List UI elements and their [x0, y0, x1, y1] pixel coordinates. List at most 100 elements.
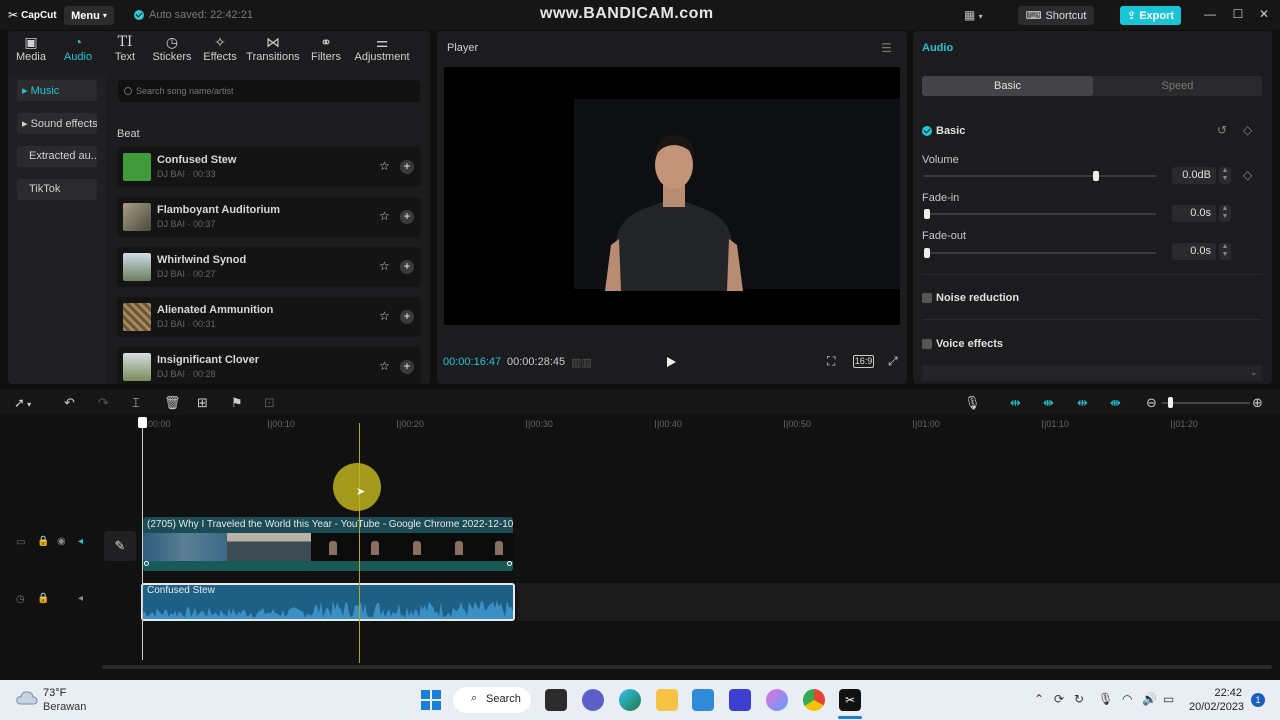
freeze-icon[interactable]: ⊞ [197, 395, 208, 411]
list-item[interactable]: Flamboyant Auditorium DJ BAI · 00:37 ☆ + [117, 197, 421, 237]
main-track-magnet-icon[interactable]: ⇹ [1010, 395, 1021, 411]
clock-time[interactable]: 22:42 [1214, 687, 1242, 699]
fade-handle-right[interactable] [507, 561, 512, 566]
export-button[interactable]: ⇪ Export [1120, 6, 1181, 25]
redo-icon[interactable]: ↷ [98, 395, 109, 411]
clock-date[interactable]: 20/02/2023 [1189, 701, 1244, 713]
tab-basic[interactable]: Basic [922, 76, 1093, 96]
windows-start-icon[interactable] [421, 690, 441, 710]
notification-badge[interactable]: 1 [1251, 693, 1265, 707]
copilot-icon[interactable] [766, 689, 788, 711]
tab-text[interactable]: TI Text [102, 31, 148, 67]
layout-icon[interactable]: ▦ ▾ [964, 8, 990, 22]
tray-microphone-icon[interactable]: 🎙 [1098, 692, 1113, 706]
keyframe-icon[interactable]: ◇ [1243, 123, 1252, 137]
menu-button[interactable]: Menu ▾ [64, 6, 114, 25]
lock-icon[interactable]: 🔒 [37, 536, 49, 547]
fadein-stepper[interactable]: ▲ ▼ [1219, 205, 1231, 222]
eye-icon[interactable]: ◉ [57, 536, 66, 547]
select-tool-icon[interactable]: ➚ ▾ [14, 395, 31, 411]
category-sound-effects[interactable]: ▸ Sound effects [17, 113, 97, 134]
task-view-icon[interactable] [545, 689, 567, 711]
edge-icon[interactable] [619, 689, 641, 711]
lock-icon[interactable]: 🔒 [37, 593, 49, 604]
keyframe-icon[interactable]: ◇ [1243, 168, 1252, 182]
list-item[interactable]: Whirlwind Synod DJ BAI · 00:27 ☆ + [117, 247, 421, 287]
category-tiktok[interactable]: TikTok [17, 179, 97, 200]
favorite-star-icon[interactable]: ☆ [379, 309, 390, 323]
category-extracted-audio[interactable]: Extracted au... [17, 146, 97, 167]
auto-snap-icon[interactable]: ⇼ [1043, 395, 1054, 411]
fadein-slider[interactable] [924, 209, 1156, 219]
shortcut-button[interactable]: ⌨ Shortcut [1018, 6, 1094, 25]
chevron-up-icon[interactable]: ⌃ [1034, 692, 1044, 706]
tab-media[interactable]: ▣ Media [8, 31, 54, 67]
fullscreen-icon[interactable]: ⤢ [888, 354, 898, 369]
add-icon[interactable]: + [400, 160, 414, 174]
slider-handle[interactable] [924, 248, 930, 258]
linkage-icon[interactable]: ⇹ [1077, 395, 1088, 411]
playhead[interactable] [142, 423, 143, 660]
fade-handle-left[interactable] [144, 561, 149, 566]
audio-clip[interactable]: Confused Stew [141, 583, 515, 621]
volume-icon[interactable]: 🔊 [1142, 692, 1157, 706]
crop-icon[interactable]: ⊡ [264, 395, 275, 411]
noise-reduction-toggle[interactable]: Noise reduction [922, 292, 1019, 304]
play-icon[interactable] [665, 356, 677, 368]
zoom-slider[interactable] [1162, 402, 1250, 404]
add-icon[interactable]: + [400, 260, 414, 274]
taskbar-search[interactable]: ⌕ Search [453, 687, 531, 713]
fadeout-slider[interactable] [924, 248, 1156, 258]
fadeout-stepper[interactable]: ▲ ▼ [1219, 243, 1231, 260]
close-icon[interactable]: ✕ [1256, 7, 1272, 23]
vectorize-app-icon[interactable] [729, 689, 751, 711]
tray-sync-icon[interactable]: ⟳ [1054, 692, 1064, 706]
reset-icon[interactable]: ↺ [1217, 123, 1227, 137]
volume-value-field[interactable]: 0.0dB [1172, 167, 1216, 184]
slider-handle[interactable] [924, 209, 930, 219]
tab-filters[interactable]: ⚭ Filters [302, 31, 350, 67]
category-music[interactable]: ▸ Music [17, 80, 97, 101]
horizontal-scrollbar[interactable] [102, 665, 1272, 669]
video-preview[interactable] [444, 67, 900, 325]
mute-icon[interactable]: ◂ [78, 536, 83, 547]
maximize-icon[interactable]: ☐ [1230, 7, 1246, 23]
tab-stickers[interactable]: ◷ Stickers [148, 31, 196, 67]
favorite-star-icon[interactable]: ☆ [379, 359, 390, 373]
chevron-down-icon[interactable]: ⌄ [1250, 367, 1258, 378]
song-search-input[interactable]: Search song name/artist [118, 80, 420, 102]
fadeout-value-field[interactable]: 0.0s [1172, 243, 1216, 260]
favorite-star-icon[interactable]: ☆ [379, 209, 390, 223]
list-item[interactable]: Confused Stew DJ BAI · 00:33 ☆ + [117, 147, 421, 187]
delete-icon[interactable]: 🗑 [164, 395, 181, 411]
add-icon[interactable]: + [400, 310, 414, 324]
playhead-handle[interactable] [138, 417, 147, 428]
volume-stepper[interactable]: ▲ ▼ [1219, 167, 1231, 184]
tab-transitions[interactable]: ⋈ Transitions [244, 31, 302, 67]
battery-icon[interactable]: ▭ [1163, 692, 1174, 706]
basic-section-toggle[interactable]: Basic [922, 125, 965, 137]
add-icon[interactable]: + [400, 360, 414, 374]
teams-icon[interactable] [582, 689, 604, 711]
menu-icon[interactable]: ☰ [881, 41, 892, 55]
wifi-icon[interactable]: ◠ [1122, 692, 1132, 706]
tray-refresh-icon[interactable]: ↻ [1074, 692, 1084, 706]
favorite-star-icon[interactable]: ☆ [379, 159, 390, 173]
zoom-slider-handle[interactable] [1168, 397, 1173, 408]
mail-icon[interactable] [692, 689, 714, 711]
tab-adjustment[interactable]: ⚌ Adjustment [350, 31, 414, 67]
speaker-icon[interactable]: ◂ [78, 593, 83, 604]
file-explorer-icon[interactable] [656, 689, 678, 711]
tab-effects[interactable]: ✧ Effects [196, 31, 244, 67]
undo-icon[interactable]: ↶ [64, 395, 75, 411]
zoom-out-icon[interactable]: ⊖ [1146, 395, 1157, 411]
split-icon[interactable]: ⌶ [132, 395, 140, 411]
voice-effects-toggle[interactable]: Voice effects [922, 338, 1003, 350]
cover-edit-icon[interactable]: ✎ [104, 531, 136, 561]
add-icon[interactable]: + [400, 210, 414, 224]
timeline[interactable]: 00:00 |00:10 |00:20 |00:30 |00:40 |00:50… [0, 415, 1280, 680]
tab-audio[interactable]: ◔ Audio [54, 31, 102, 67]
volume-slider[interactable] [924, 171, 1156, 181]
marker-icon[interactable]: ⚑ [231, 395, 243, 411]
microphone-icon[interactable]: 🎙 [964, 395, 981, 411]
